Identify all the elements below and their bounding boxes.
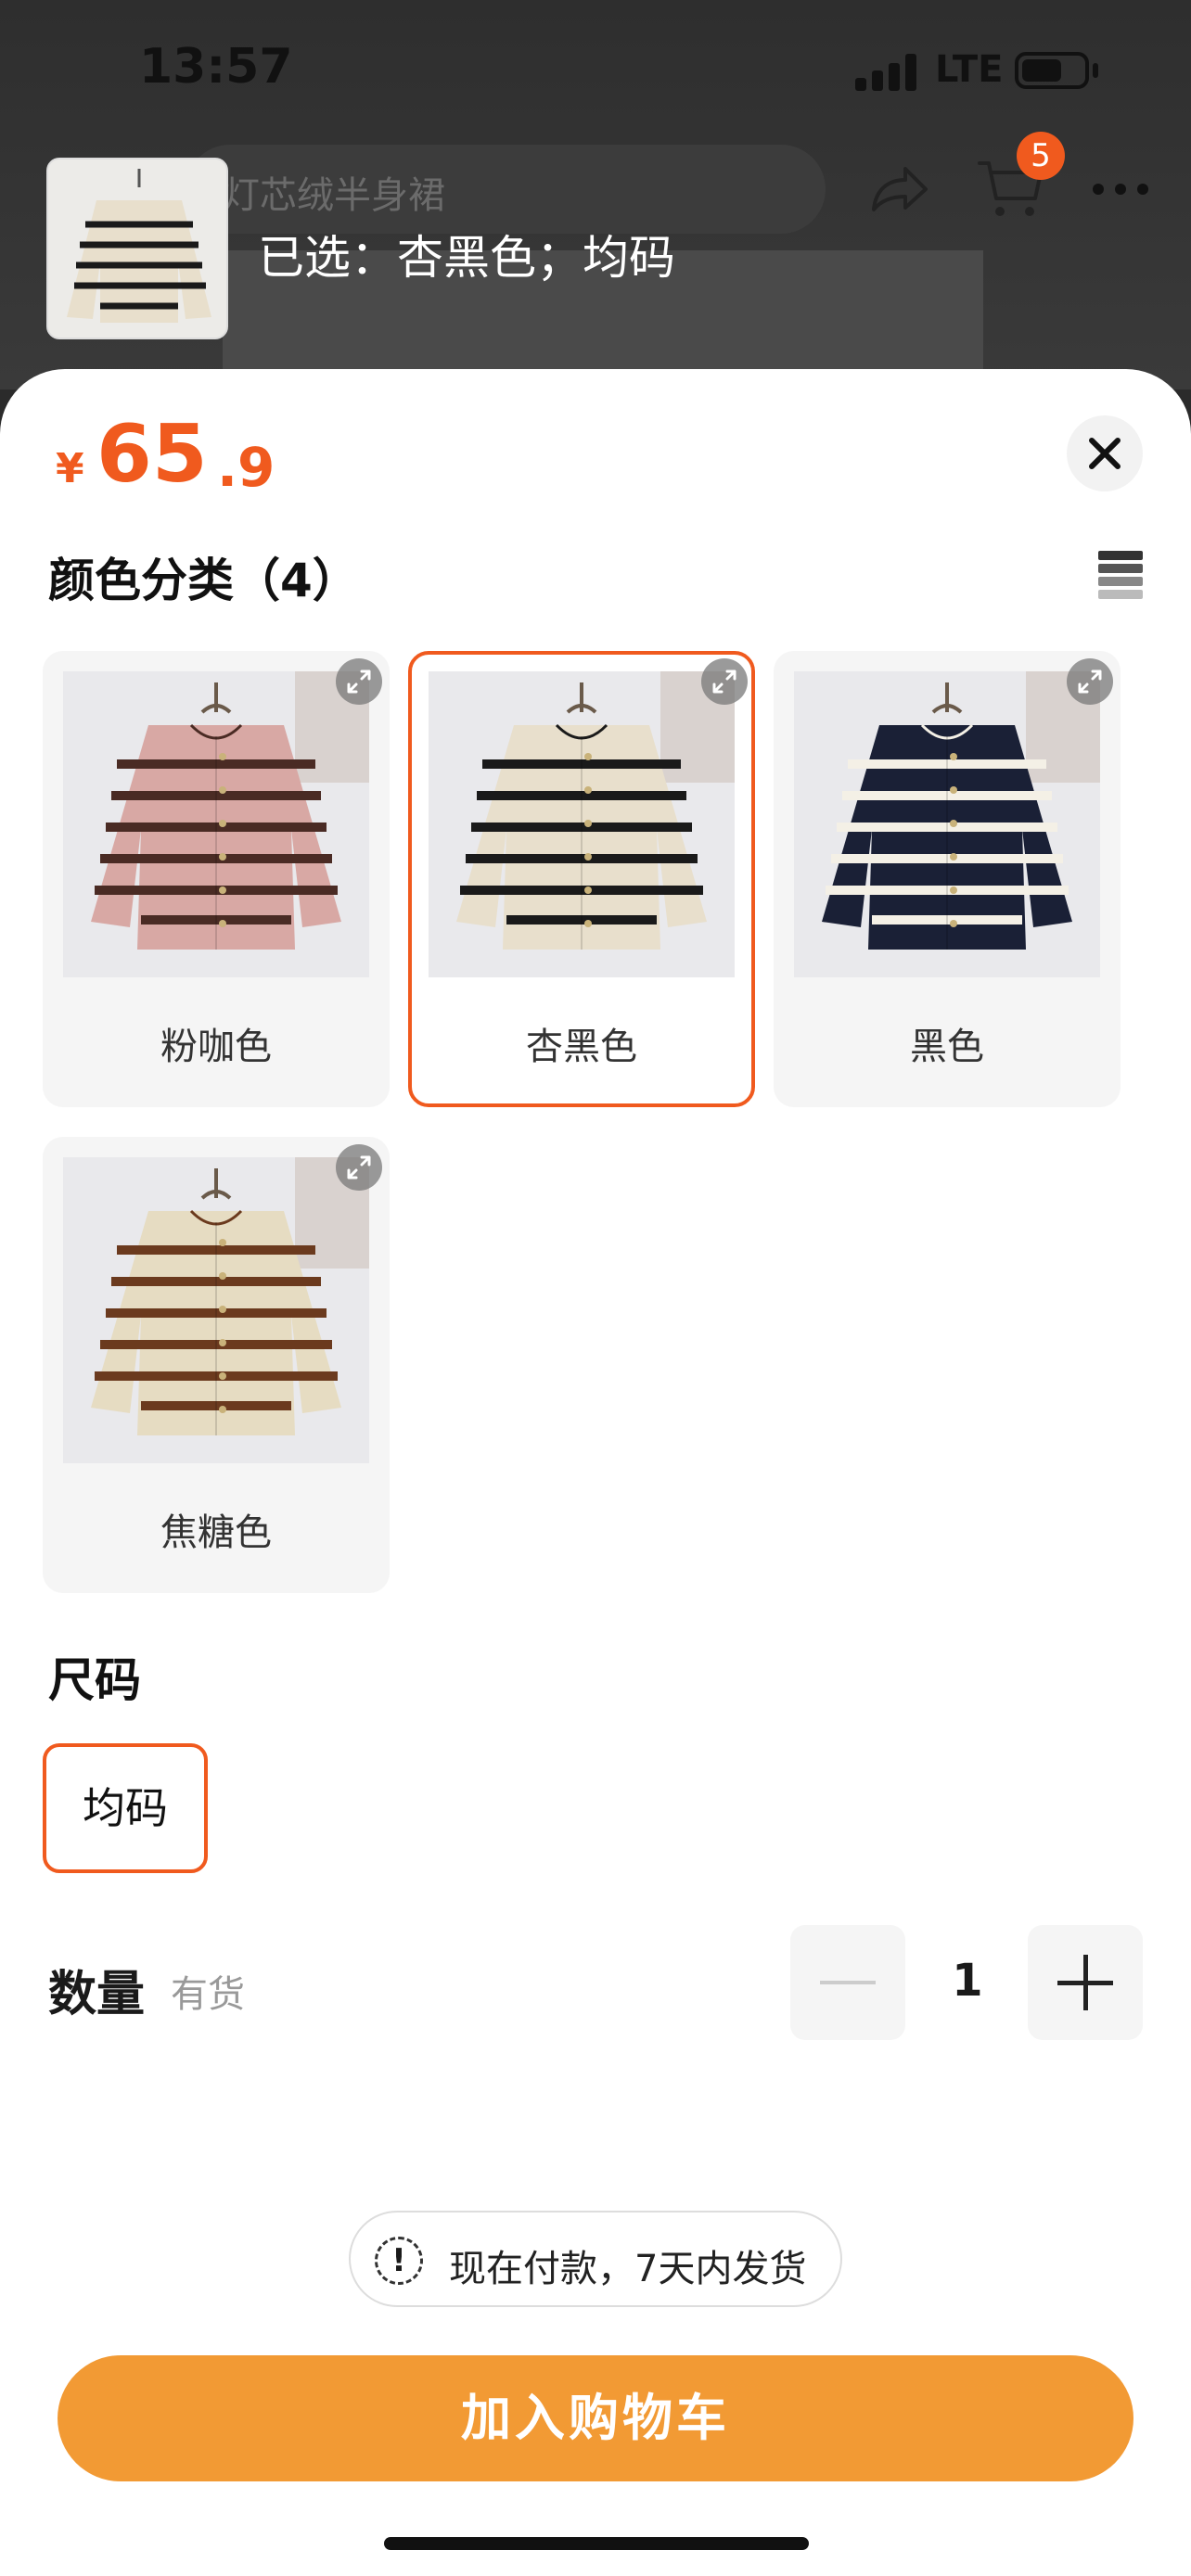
selected-product-thumbnail <box>46 158 228 339</box>
color-option-black[interactable]: 黑色 <box>774 651 1121 1107</box>
quantity-value[interactable]: 1 <box>928 1955 1007 2007</box>
selected-variant-text: 已选：杏黑色；均码 <box>258 231 675 285</box>
cardigan-image <box>794 671 1100 977</box>
color-section-title: 颜色分类（4） <box>48 554 359 607</box>
color-option-label: 焦糖色 <box>160 1511 272 1554</box>
cardigan-image <box>63 671 369 977</box>
signal-icon <box>855 54 916 91</box>
shipping-notice-text: 现在付款，7天内发货 <box>449 2248 807 2290</box>
expand-arrows-icon <box>1078 670 1102 694</box>
color-option-caramel[interactable]: 焦糖色 <box>43 1137 390 1593</box>
search-text: 灯芯绒半身裙 <box>223 174 445 217</box>
cart-badge: 5 <box>1017 132 1065 180</box>
expand-arrows-icon <box>347 670 371 694</box>
expand-icon[interactable] <box>701 658 748 705</box>
shipping-notice: ! 现在付款，7天内发货 <box>349 2211 842 2307</box>
price-currency: ¥ <box>56 445 84 492</box>
expand-icon[interactable] <box>336 1144 382 1191</box>
color-option-label: 黑色 <box>910 1026 984 1068</box>
stock-status: 有货 <box>171 1973 245 2016</box>
size-section-title: 尺码 <box>48 1653 141 1707</box>
color-option-image <box>63 671 369 977</box>
price-integer: 65 <box>96 408 208 501</box>
share-icon[interactable] <box>866 158 931 223</box>
cardigan-image <box>429 671 735 977</box>
color-option-apricot-black[interactable]: 杏黑色 <box>408 651 755 1107</box>
network-label: LTE <box>935 48 1004 91</box>
expand-icon[interactable] <box>336 658 382 705</box>
more-icon[interactable] <box>1093 184 1148 195</box>
expand-icon[interactable] <box>1067 658 1113 705</box>
close-button[interactable] <box>1067 415 1143 491</box>
color-option-image <box>429 671 735 977</box>
quantity-decrease-button[interactable] <box>790 1925 905 2040</box>
list-view-icon[interactable] <box>1098 551 1143 599</box>
cardigan-image <box>63 1157 369 1463</box>
color-option-pink[interactable]: 粉咖色 <box>43 651 390 1107</box>
color-option-label: 杏黑色 <box>526 1026 637 1068</box>
status-bar: 13:57 LTE <box>0 0 1191 139</box>
price-decimal: .9 <box>217 436 275 499</box>
size-option-one-size[interactable]: 均码 <box>43 1743 208 1873</box>
cardigan-image <box>48 159 226 338</box>
add-to-cart-button[interactable]: 加入购物车 <box>58 2355 1133 2481</box>
close-icon <box>1089 438 1121 469</box>
quantity-increase-button[interactable] <box>1028 1925 1143 2040</box>
exclamation-icon: ! <box>375 2237 423 2285</box>
quantity-label: 数量 <box>48 1967 146 2022</box>
battery-tip <box>1093 63 1098 78</box>
status-time: 13:57 <box>139 39 293 95</box>
color-option-label: 粉咖色 <box>160 1026 272 1068</box>
home-indicator[interactable] <box>384 2537 809 2550</box>
minus-icon <box>820 1981 876 1984</box>
color-option-image <box>63 1157 369 1463</box>
expand-arrows-icon <box>347 1155 371 1180</box>
color-option-image <box>794 671 1100 977</box>
expand-arrows-icon <box>712 670 736 694</box>
battery-icon <box>1015 52 1089 89</box>
